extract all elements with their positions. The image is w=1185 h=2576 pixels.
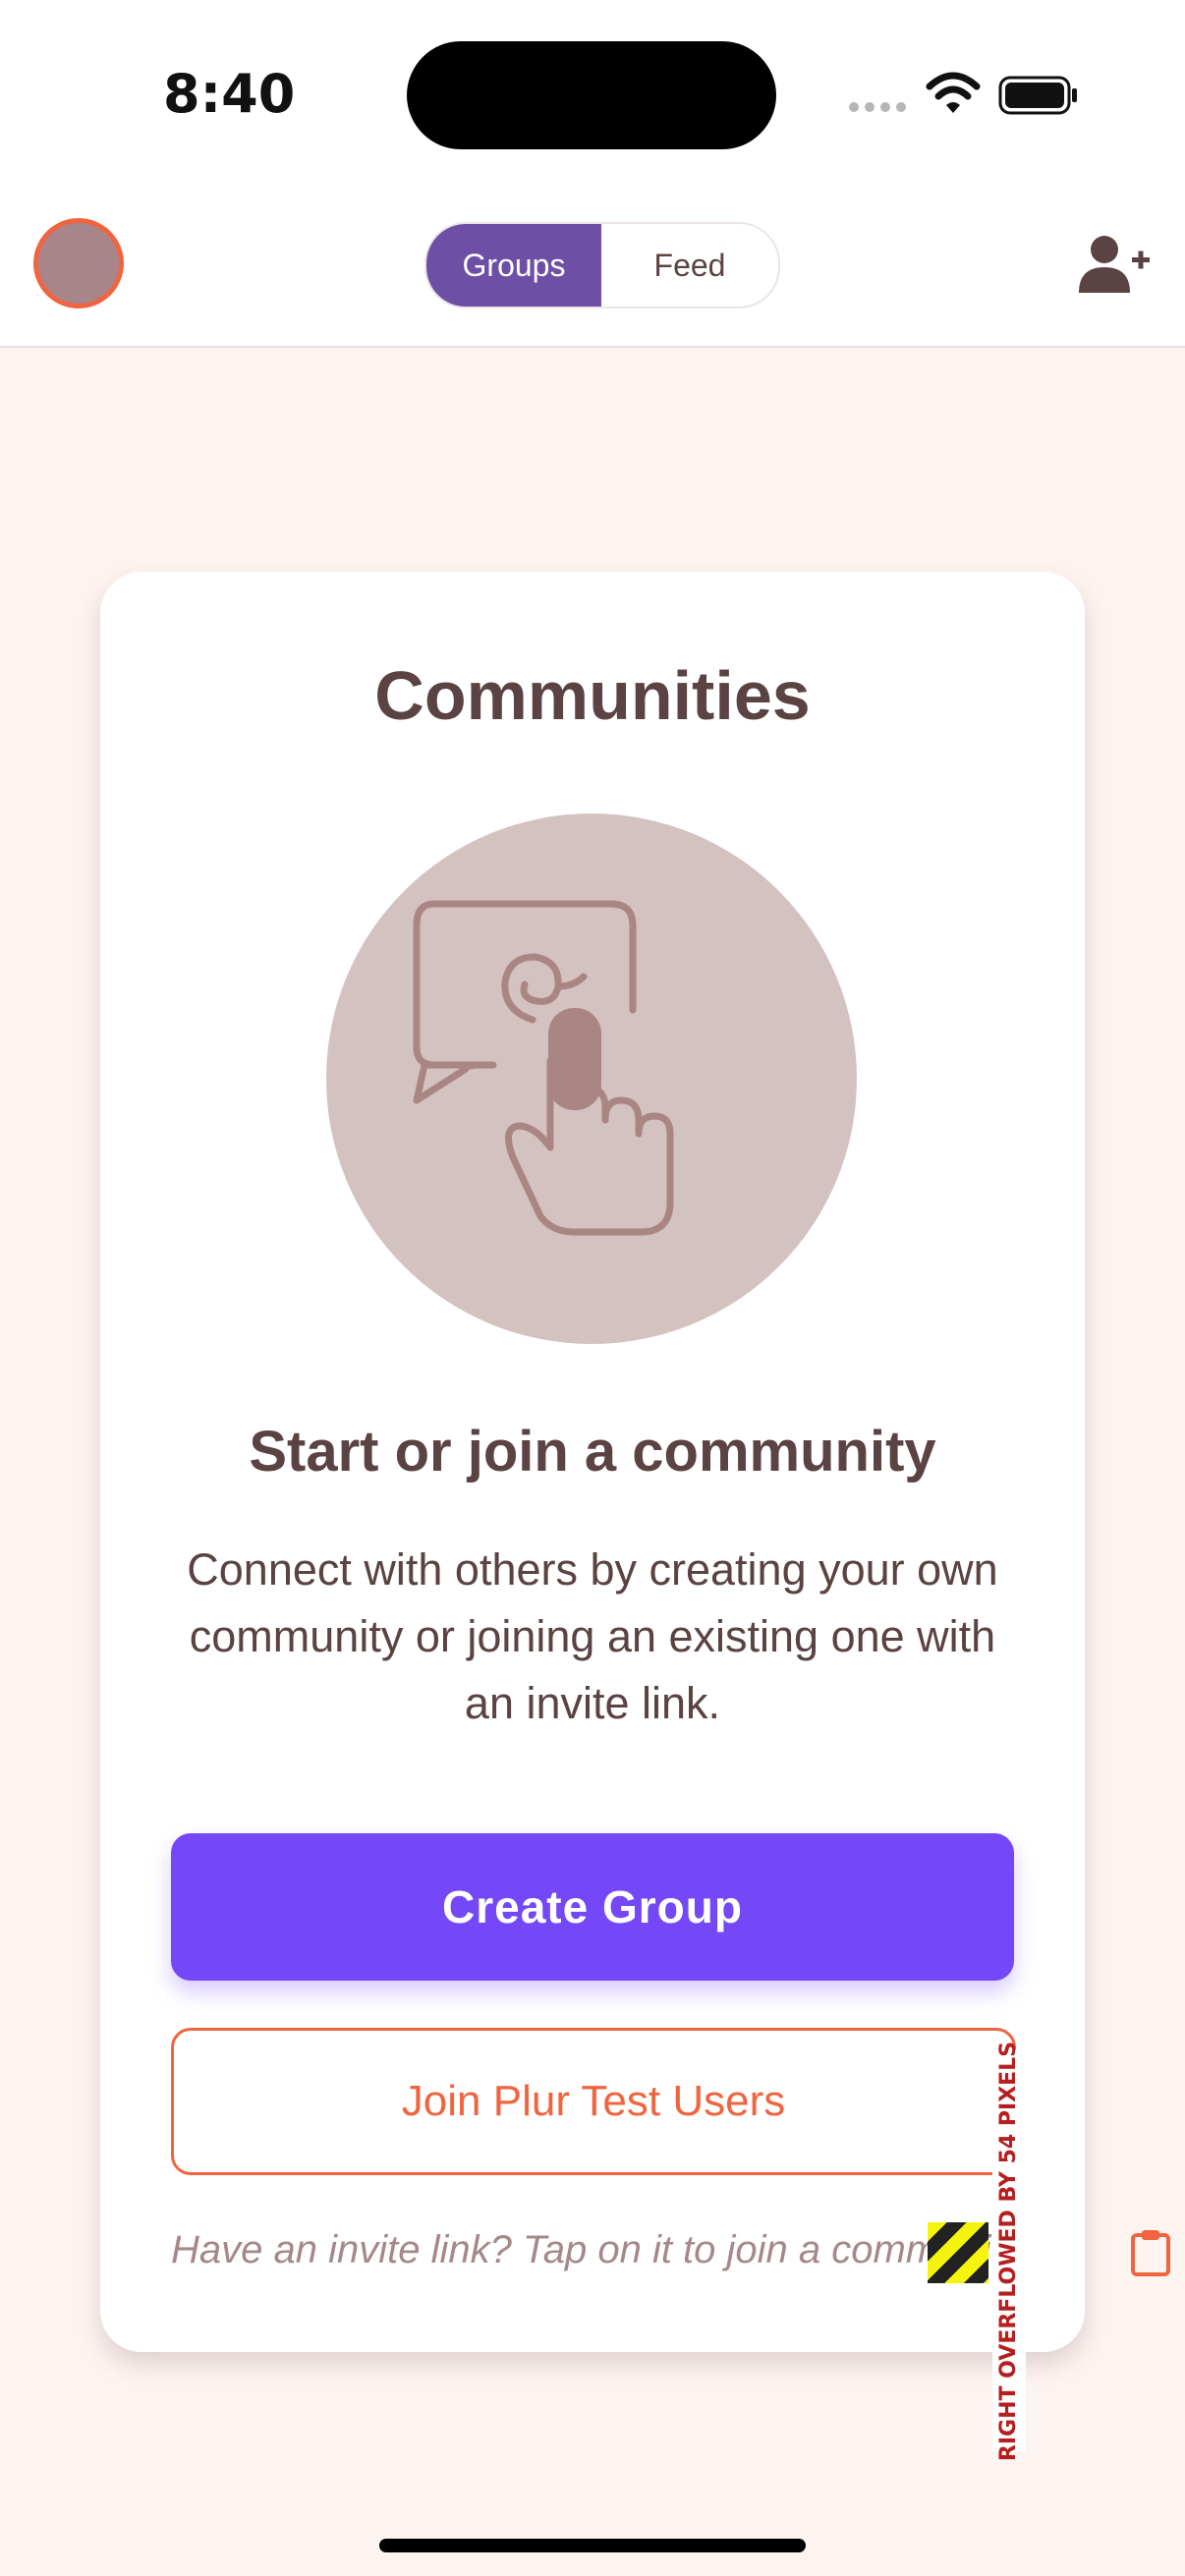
card-subtitle: Start or join a community xyxy=(249,1420,936,1484)
overflow-warning-text: RIGHT OVERFLOWED BY 54 PIXELS xyxy=(996,2041,1022,2461)
overflow-warning-stripe xyxy=(928,2222,988,2283)
avatar[interactable] xyxy=(33,218,124,308)
overflow-warning-label: RIGHT OVERFLOWED BY 54 PIXELS xyxy=(992,2041,1026,2461)
communities-card: Communities Start or join a community Co… xyxy=(100,572,1085,2352)
tab-switcher: Groups Feed xyxy=(424,222,780,308)
create-group-button[interactable]: Create Group xyxy=(171,1833,1014,1981)
cellular-signal-icon xyxy=(849,102,906,112)
top-bar: 8:40 Groups Feed xyxy=(0,0,1185,348)
person-add-icon[interactable] xyxy=(1075,234,1152,295)
wifi-icon xyxy=(926,72,981,113)
invite-hint: Have an invite link? Tap on it to join a… xyxy=(171,2228,1030,2271)
dynamic-island xyxy=(407,41,776,149)
join-group-button[interactable]: Join Plur Test Users xyxy=(171,2028,1016,2175)
chat-tap-icon xyxy=(326,813,857,1344)
home-indicator xyxy=(379,2539,806,2552)
battery-icon xyxy=(998,76,1077,115)
status-time: 8:40 xyxy=(163,63,296,125)
card-description: Connect with others by creating your own… xyxy=(187,1544,998,1728)
tab-groups[interactable]: Groups xyxy=(426,224,601,307)
tab-feed[interactable]: Feed xyxy=(601,224,778,307)
card-title: Communities xyxy=(374,657,811,734)
clipboard-icon[interactable] xyxy=(1130,2228,1171,2277)
